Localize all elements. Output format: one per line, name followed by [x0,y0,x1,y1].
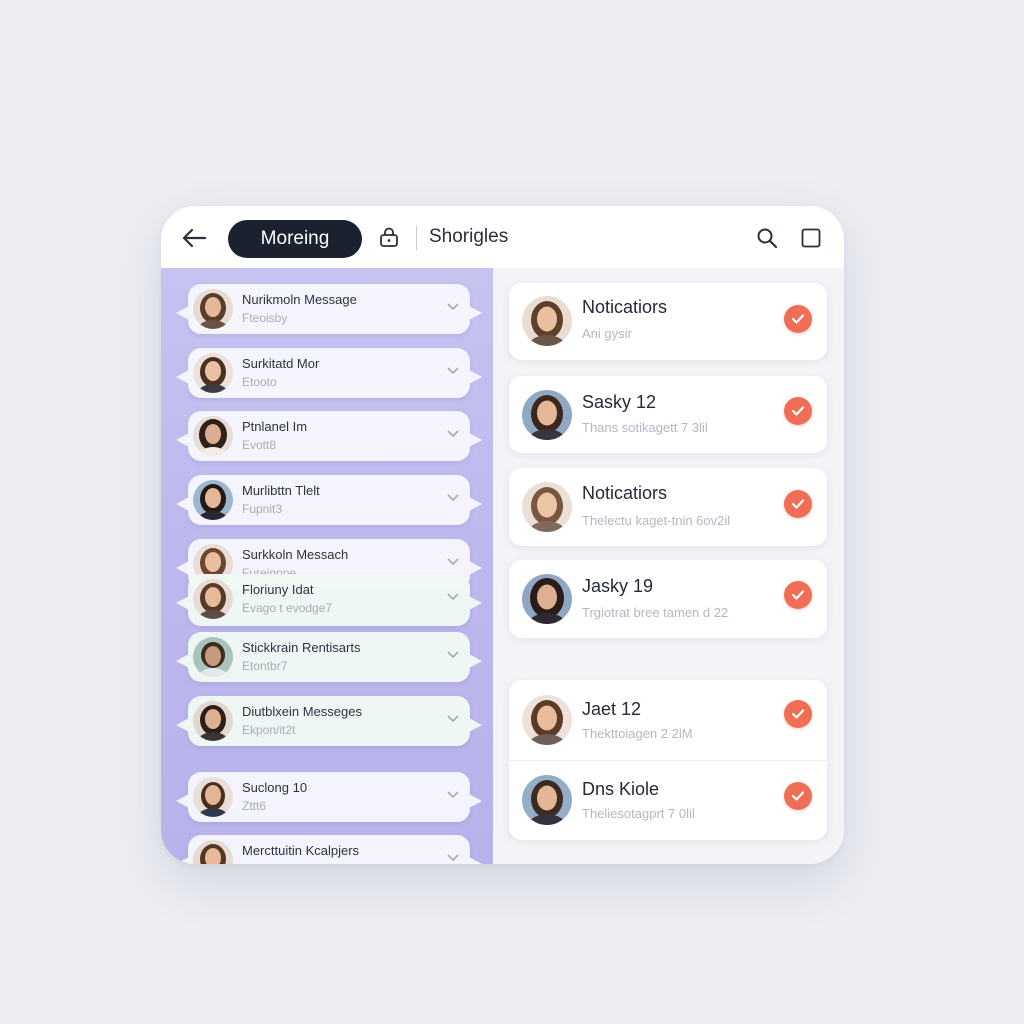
message-item[interactable]: Murlibttn Tlelt Fupnit3 [176,475,482,525]
notification-list: Noticatiors Ani gysir Sasky 12 Thans sot… [493,268,844,864]
check-icon[interactable] [784,397,812,425]
avatar [522,574,572,624]
chevron-down-icon[interactable] [446,556,460,566]
message-sender: Suclong 10 [242,780,308,795]
notification-card[interactable]: Sasky 12 Thans sotikagett 7 3lil [509,376,827,453]
chevron-down-icon[interactable] [446,591,460,601]
message-sender: Floriuny Idat [242,582,314,597]
message-sender: Mercttuitin Kcalpjers [242,843,360,858]
check-icon[interactable] [784,305,812,333]
check-icon[interactable] [784,700,812,728]
notification-card[interactable]: Noticatiors Ani gysir [509,283,827,360]
app-window: Moreing Shorigles Nurikmoln Message Fteo… [161,206,844,864]
avatar [522,775,572,825]
search-icon[interactable] [755,226,779,250]
avatar [193,840,233,864]
message-sender: Surkitatd Mor [242,356,320,371]
chevron-down-icon[interactable] [446,301,460,311]
avatar [193,637,233,677]
message-preview: Evago t evodge7 [242,601,333,615]
message-preview: Etontbr7 [242,659,288,673]
notification-row[interactable]: Dns Kiole Theliesotagprt 7 0lil [509,761,827,840]
avatar [522,482,572,532]
message-preview: Zttt6 [242,799,267,813]
notification-card[interactable]: Jasky 19 Trgiotrat bree tamen d 22 [509,560,827,638]
message-item[interactable]: Ptnlanel Im Evott8 [176,411,482,461]
message-item[interactable]: Suclong 10 Zttt6 [176,772,482,822]
message-sender: Nurikmoln Message [242,292,357,307]
avatar [193,480,233,520]
notification-title: Noticatiors [582,483,668,503]
arrow-left-icon[interactable] [179,226,209,250]
message-item[interactable]: Diutblxein Messeges Ekpon/it2t [176,696,482,746]
avatar [193,777,233,817]
message-preview: Ekpon/it2t [242,723,296,737]
notification-title: Jasky 19 [582,576,654,596]
message-sender: Murlibttn Tlelt [242,483,320,498]
avatar [193,289,233,329]
notification-group: Jaet 12 Thekttoiagen 2 2lM Dns Kiole The… [509,680,827,840]
notification-text: Ani gysir [582,326,632,341]
message-item[interactable]: Stickkrain Rentisarts Etontbr7 [176,632,482,682]
avatar [193,701,233,741]
message-sender: Ptnlanel Im [242,419,308,434]
top-bar: Moreing Shorigles [161,206,844,269]
notification-title: Noticatiors [582,297,668,317]
message-sender: Surkkoln Messach [242,547,349,562]
lock-icon[interactable] [378,226,400,248]
message-preview: Evott8 [242,438,277,452]
message-preview: Fteoisby [242,311,288,325]
avatar [193,353,233,393]
chevron-down-icon[interactable] [446,789,460,799]
avatar [522,390,572,440]
check-icon[interactable] [784,782,812,810]
avatar [522,695,572,745]
notification-title: Dns Kiole [582,779,660,799]
notification-text: Thelectu kaget-tnin 6ov2il [582,513,731,528]
square-icon[interactable] [801,228,821,248]
check-icon[interactable] [784,581,812,609]
notification-title: Jaet 12 [582,699,642,719]
page-title: Shorigles [429,226,509,247]
chevron-down-icon[interactable] [446,428,460,438]
avatar [522,296,572,346]
message-item[interactable]: Floriuny Idat Evago t evodge7 [176,574,482,626]
message-item[interactable]: Nurikmoln Message Fteoisby [176,284,482,334]
avatar [193,579,233,619]
chevron-down-icon[interactable] [446,713,460,723]
notification-text: Trgiotrat bree tamen d 22 [582,605,729,620]
chevron-down-icon[interactable] [446,492,460,502]
message-preview: Etooto [242,375,277,389]
chevron-down-icon[interactable] [446,365,460,375]
check-icon[interactable] [784,490,812,518]
message-item[interactable]: Surkitatd Mor Etooto [176,348,482,398]
message-sender: Stickkrain Rentisarts [242,640,361,655]
chevron-down-icon[interactable] [446,852,460,862]
notification-text: Thans sotikagett 7 3lil [582,420,708,435]
message-list: Nurikmoln Message Fteoisby Surkitatd Mor… [161,268,493,864]
chevron-down-icon[interactable] [446,649,460,659]
notification-text: Theliesotagprt 7 0lil [582,806,695,821]
notification-text: Thekttoiagen 2 2lM [582,726,693,741]
message-preview: Fupnit3 [242,502,283,516]
message-sender: Diutblxein Messeges [242,704,362,719]
header-separator [416,226,417,250]
notification-row[interactable]: Jaet 12 Thekttoiagen 2 2lM [509,680,827,760]
message-item[interactable]: Mercttuitin Kcalpjers [176,835,482,864]
avatar [193,416,233,456]
notification-title: Sasky 12 [582,392,657,412]
notification-card[interactable]: Noticatiors Thelectu kaget-tnin 6ov2il [509,468,827,546]
mode-pill-button[interactable]: Moreing [228,220,362,258]
